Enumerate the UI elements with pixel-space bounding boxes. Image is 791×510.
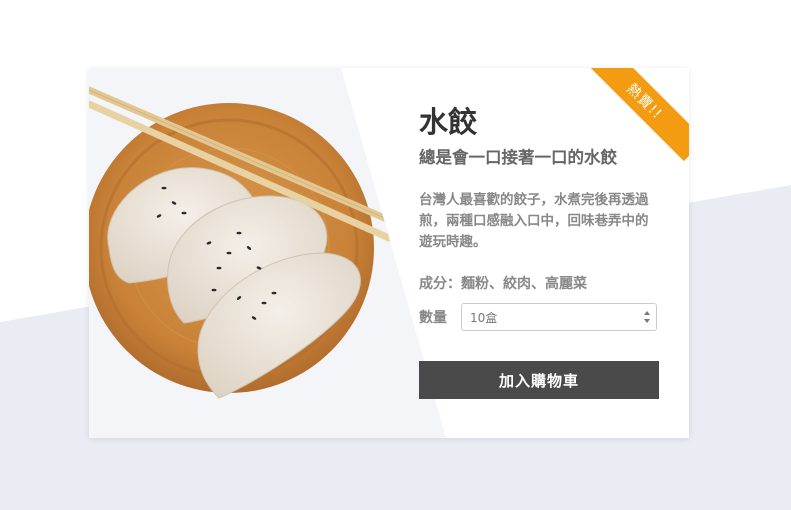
add-to-cart-button[interactable]: 加入購物車 — [419, 361, 659, 399]
quantity-row: 數量 10盒 — [419, 303, 659, 331]
product-ingredients: 成分：麵粉、絞肉、高麗菜 — [419, 276, 587, 292]
quantity-select[interactable]: 10盒 — [461, 303, 657, 331]
product-title: 水餃 — [419, 105, 478, 139]
quantity-selected-value: 10盒 — [470, 310, 498, 325]
product-subtitle: 總是會一口接著一口的水餃 — [419, 148, 617, 167]
product-card: 熱賣!! 水餃 總是會一口接著一口的水餃 台灣人最喜歡的餃子，水煮完後再透過煎，… — [89, 68, 689, 438]
product-info: 水餃 總是會一口接著一口的水餃 台灣人最喜歡的餃子，水煮完後再透過煎，兩種口感融… — [419, 104, 659, 399]
page: 熱賣!! 水餃 總是會一口接著一口的水餃 台灣人最喜歡的餃子，水煮完後再透過煎，… — [0, 0, 791, 510]
quantity-label: 數量 — [419, 310, 447, 326]
product-description: 台灣人最喜歡的餃子，水煮完後再透過煎，兩種口感融入口中，回味巷弄中的遊玩時趣。 — [419, 192, 649, 250]
updown-chevron-icon — [644, 311, 650, 323]
